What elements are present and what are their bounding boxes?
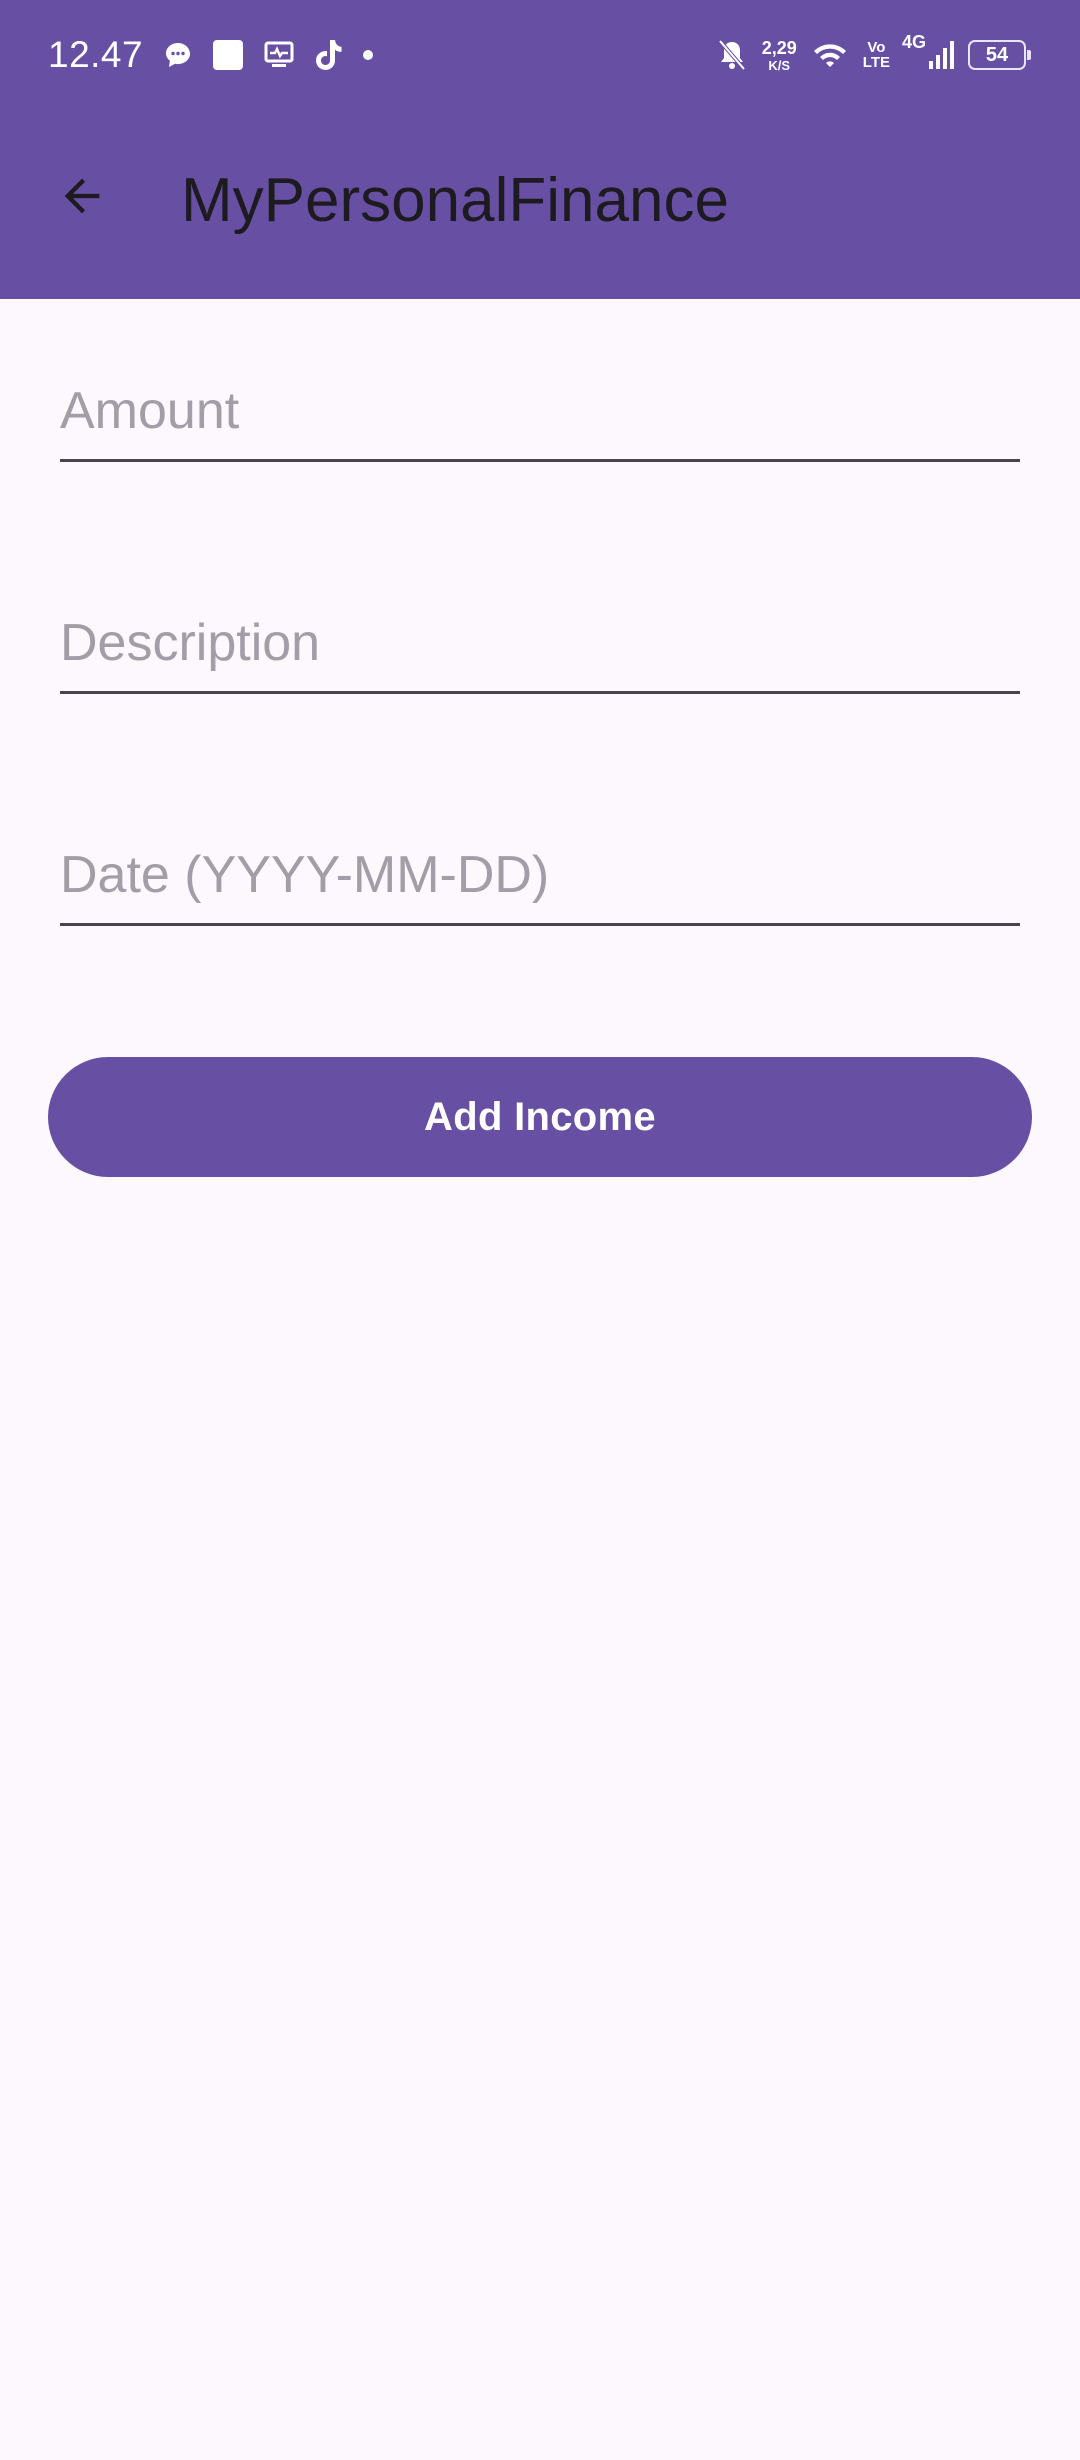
app-header: 12.47 2,29 K/S Vo LTE 4G 54 MyPersonalFi…	[0, 0, 1080, 299]
arrow-back-icon	[64, 178, 100, 214]
battery-level: 54	[985, 43, 1009, 66]
chat-bubble-icon	[163, 40, 193, 70]
status-bar-left: 12.47	[48, 30, 393, 80]
date-input[interactable]	[60, 834, 1020, 923]
network-speed-value: 2,29	[761, 37, 797, 58]
volte-top: Vo	[867, 39, 886, 56]
date-field[interactable]	[60, 834, 1020, 926]
back-button[interactable]	[46, 160, 118, 232]
bell-muted-icon	[716, 38, 748, 72]
amount-field[interactable]	[60, 370, 1020, 462]
battery-icon: 54	[968, 40, 1031, 70]
amount-input[interactable]	[60, 370, 1020, 459]
network-speed: 2,29 K/S	[762, 39, 797, 72]
tiktok-icon	[313, 38, 343, 72]
network-type: 4G	[901, 32, 926, 52]
signal-icon	[928, 39, 956, 71]
health-monitor-icon	[263, 40, 295, 70]
description-input[interactable]	[60, 602, 1020, 691]
wifi-icon	[811, 40, 849, 70]
square-app-icon	[211, 38, 245, 72]
add-income-button[interactable]: Add Income	[48, 1057, 1032, 1177]
page-title: MyPersonalFinance	[181, 166, 729, 235]
volte-indicator: Vo LTE	[863, 40, 890, 70]
network-speed-unit: K/S	[768, 57, 791, 73]
description-field[interactable]	[60, 602, 1020, 694]
status-bar-right: 2,29 K/S Vo LTE 4G 54	[716, 30, 1032, 80]
dot-icon	[361, 48, 375, 62]
status-bar: 12.47 2,29 K/S Vo LTE 4G 54	[0, 0, 1080, 110]
volte-bottom: LTE	[862, 54, 890, 71]
status-time: 12.47	[48, 34, 144, 75]
